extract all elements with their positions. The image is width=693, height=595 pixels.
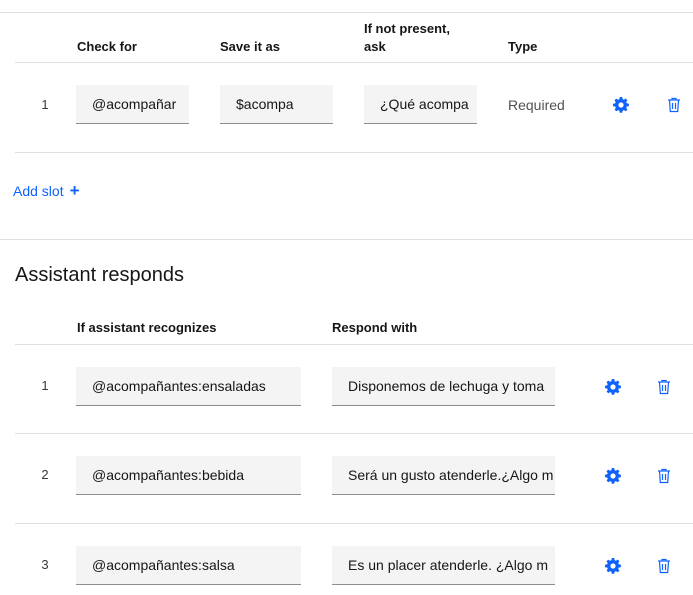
header-if-not-present-line2: ask [364, 39, 386, 54]
response-row-divider [15, 433, 693, 434]
header-save-it-as: Save it as [220, 39, 280, 54]
header-type: Type [508, 39, 538, 54]
gear-icon[interactable] [604, 557, 622, 575]
trash-icon[interactable] [655, 378, 673, 396]
section-title: Assistant responds [15, 264, 184, 286]
if-not-present-ask-input[interactable]: ¿Qué acompa [364, 85, 477, 124]
trash-icon[interactable] [655, 467, 673, 485]
header-if-not-present-line1: If not present, [364, 21, 450, 36]
save-it-as-input[interactable]: $acompa [220, 85, 333, 124]
response-input[interactable]: Disponemos de lechuga y toma [332, 367, 555, 406]
add-slot-label: Add slot [13, 183, 64, 199]
response-row-number: 2 [41, 467, 49, 482]
slots-bottom-divider [15, 152, 693, 153]
response-row-number: 1 [41, 378, 49, 393]
section-divider [0, 239, 693, 240]
condition-input[interactable]: @acompañantes:ensaladas [76, 367, 301, 406]
trash-icon[interactable] [655, 557, 673, 575]
top-divider [0, 12, 693, 13]
plus-icon: + [69, 181, 80, 200]
slots-header-divider [15, 62, 693, 63]
gear-icon[interactable] [612, 96, 630, 114]
trash-icon[interactable] [665, 96, 683, 114]
header-check-for: Check for [77, 39, 137, 54]
response-row-number: 3 [41, 557, 49, 572]
response-input[interactable]: Será un gusto atenderle.¿Algo m [332, 456, 555, 495]
response-row-divider [15, 523, 693, 524]
add-slot-button[interactable]: Add slot + [13, 181, 80, 200]
header-respond-with: Respond with [332, 320, 418, 335]
header-if-not-present: If not present, ask [364, 20, 450, 56]
gear-icon[interactable] [604, 378, 622, 396]
response-input[interactable]: Es un placer atenderle. ¿Algo m [332, 546, 555, 585]
slot-row-number: 1 [41, 97, 49, 112]
condition-input[interactable]: @acompañantes:salsa [76, 546, 301, 585]
condition-input[interactable]: @acompañantes:bebida [76, 456, 301, 495]
check-for-input[interactable]: @acompañar [76, 85, 189, 124]
header-recognizes: If assistant recognizes [77, 320, 217, 335]
slot-type-label: Required [508, 97, 565, 113]
responses-header-divider [15, 344, 693, 345]
gear-icon[interactable] [604, 467, 622, 485]
